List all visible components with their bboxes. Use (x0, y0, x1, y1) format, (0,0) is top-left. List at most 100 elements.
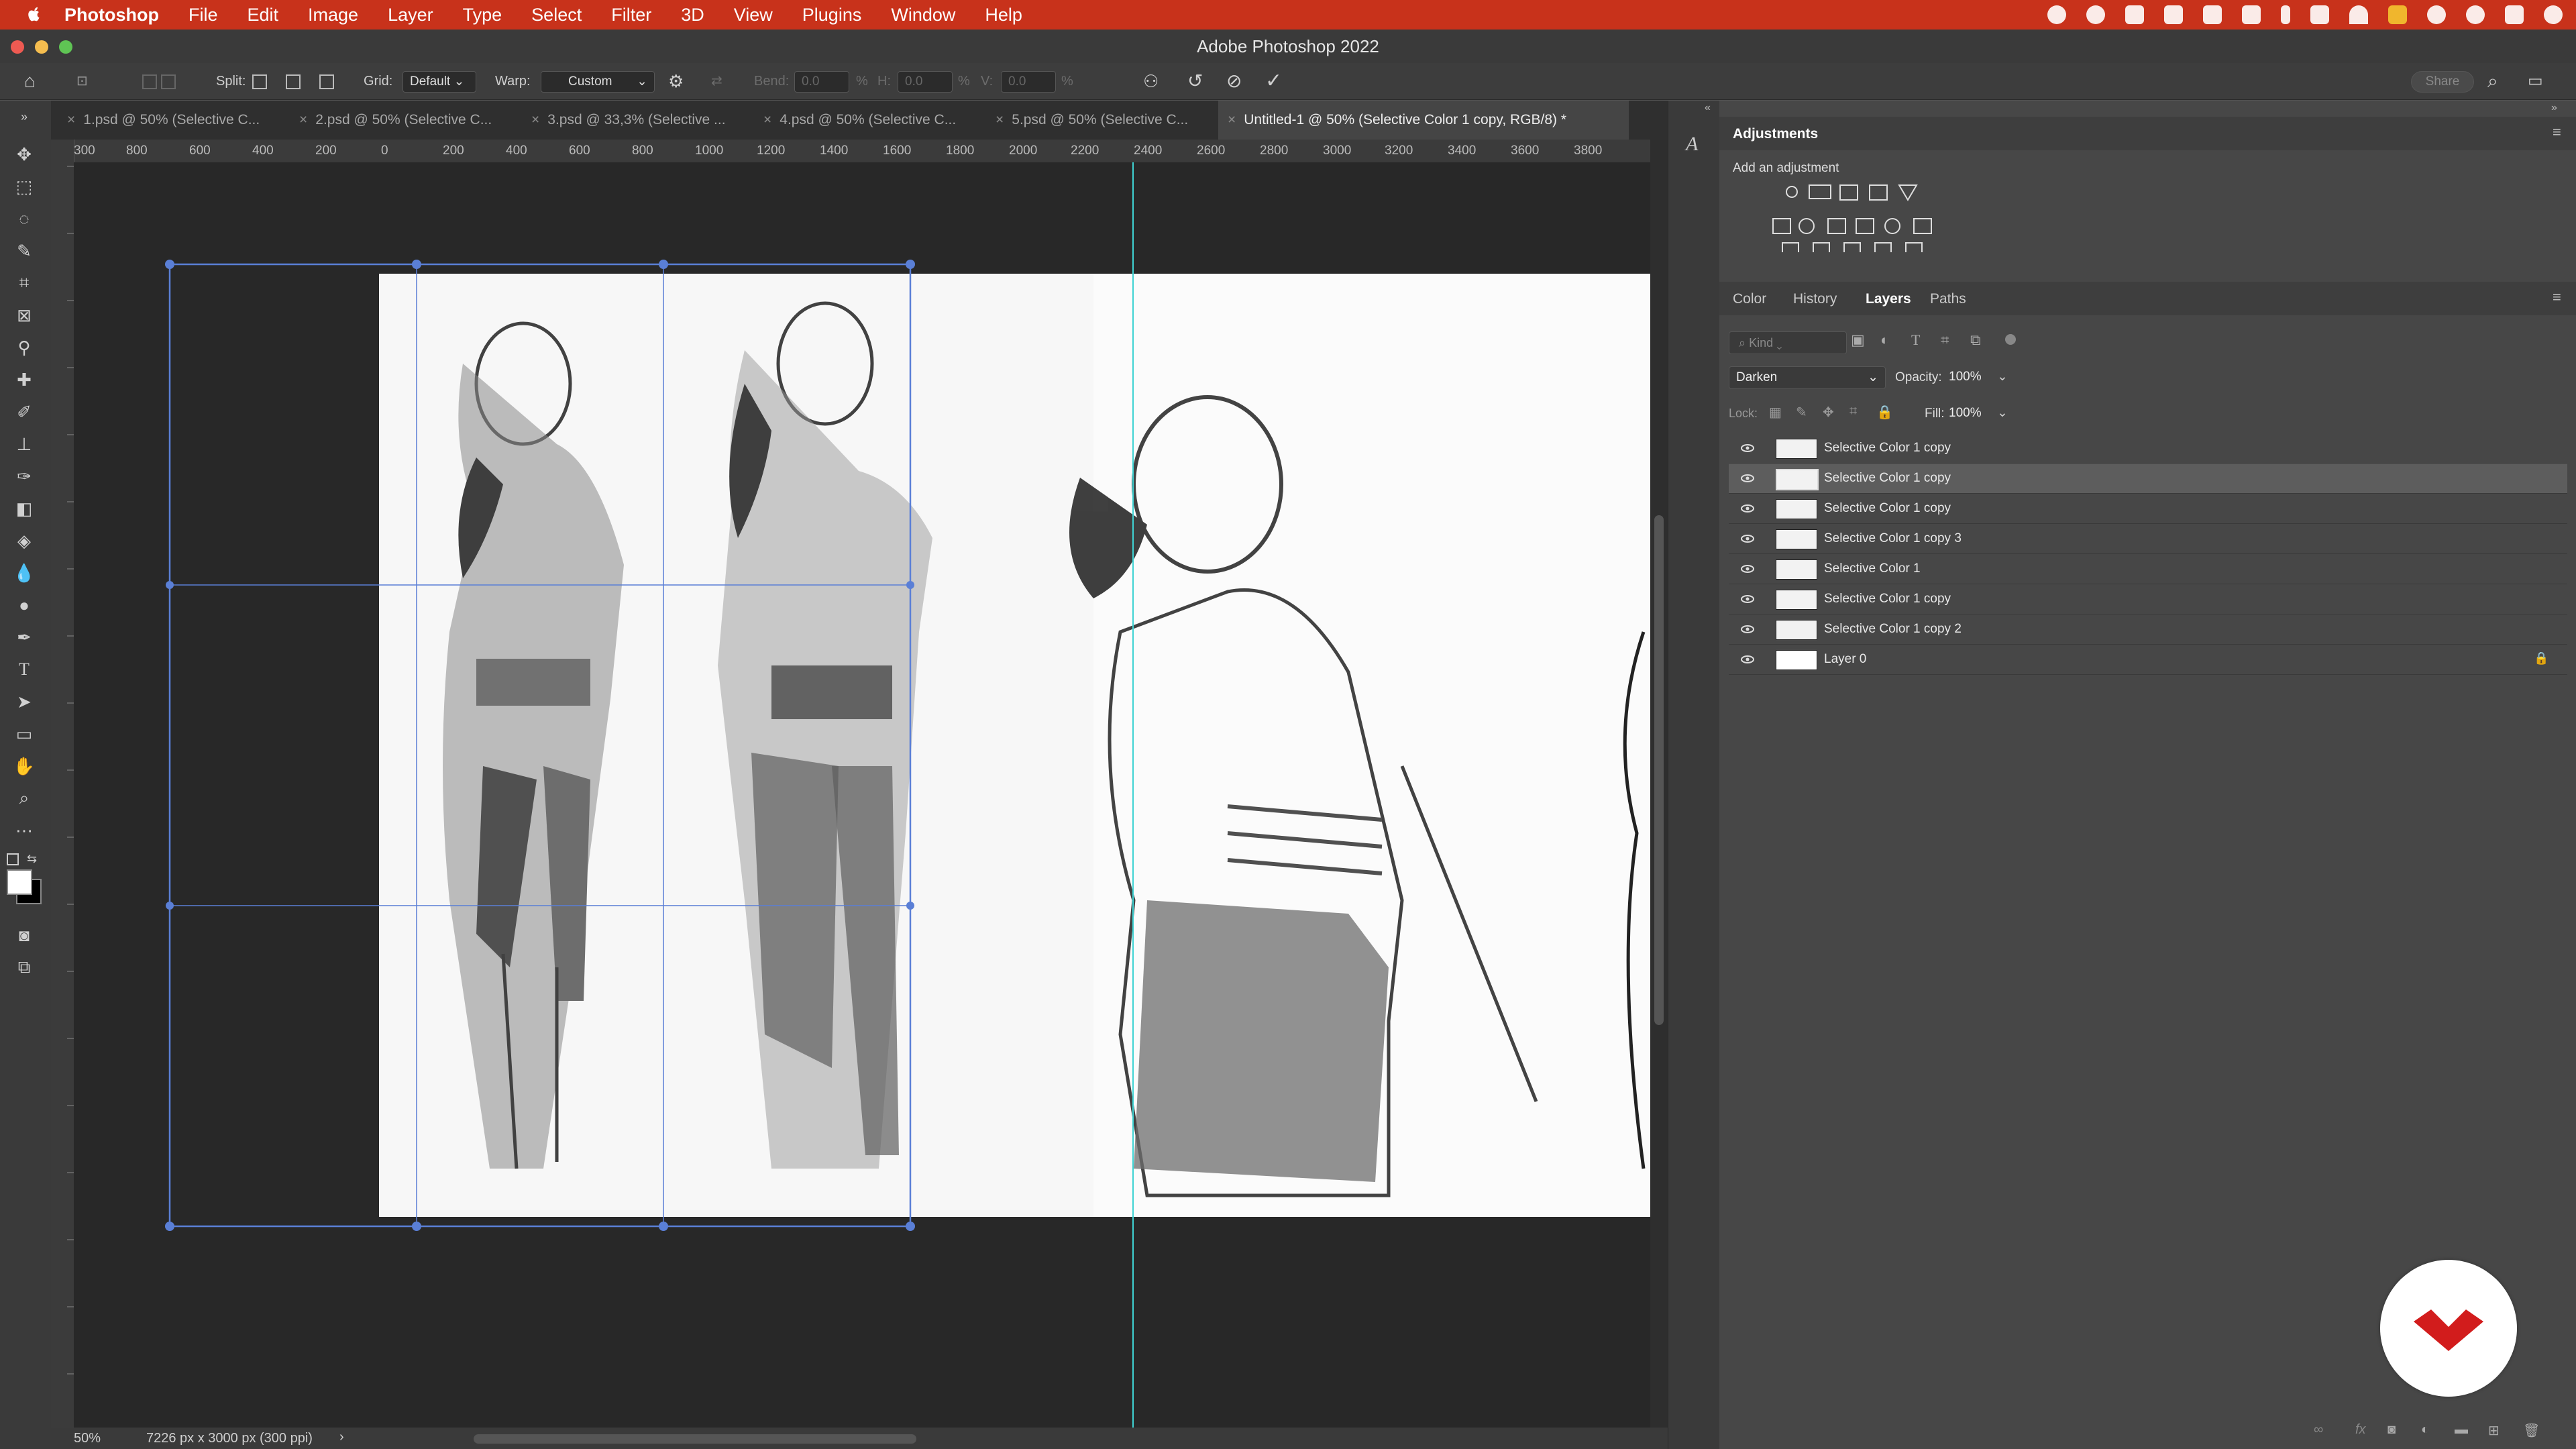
gear-icon[interactable]: ⚙ (668, 63, 684, 99)
cancel-transform-icon[interactable]: ⊘ (1226, 63, 1242, 99)
menu-help[interactable]: Help (985, 5, 1022, 25)
fill-input[interactable]: 100% (1949, 402, 1992, 424)
layer-kind-filter[interactable]: ⌕ Kind ⌄ (1729, 331, 1847, 354)
menu-window[interactable]: Window (891, 5, 955, 25)
layer-row[interactable]: Selective Color 1 copy 3 (1729, 524, 2567, 554)
control-center-icon[interactable] (2505, 5, 2524, 24)
transform-tool-icon[interactable]: ⊡ (76, 63, 88, 99)
blend-mode-select[interactable]: Darken ⌄ (1729, 366, 1886, 389)
new-group-icon[interactable]: ▬ (2455, 1422, 2468, 1438)
opacity-dropdown-icon[interactable]: ⌄ (1997, 366, 2008, 388)
dodge-tool-icon[interactable]: ● (12, 593, 36, 617)
tab-doc-5[interactable]: × 5.psd @ 50% (Selective C... (986, 101, 1224, 140)
layer-row[interactable]: Selective Color 1 (1729, 554, 2567, 584)
quick-mask-icon[interactable]: ◙ (12, 923, 36, 947)
volume-icon[interactable] (2310, 5, 2329, 24)
puppet-warp-icon[interactable]: ⚇ (1143, 63, 1159, 99)
tab-doc-4[interactable]: × 4.psd @ 50% (Selective C... (754, 101, 991, 140)
menu-select[interactable]: Select (531, 5, 582, 25)
shield-icon[interactable] (2203, 5, 2222, 24)
menu-filter[interactable]: Filter (611, 5, 651, 25)
home-app-icon[interactable] (2242, 5, 2261, 24)
type-tool-icon[interactable]: T (12, 657, 36, 682)
collapse-dock-icon[interactable]: « (1705, 102, 1711, 114)
adjustments-tab[interactable]: Adjustments (1733, 126, 1818, 142)
eyedropper-tool-icon[interactable]: ⚲ (12, 335, 36, 360)
new-layer-icon[interactable]: ⊞ (2488, 1422, 2500, 1439)
commit-transform-icon[interactable]: ✓ (1265, 63, 1282, 99)
minimize-window-button[interactable] (35, 40, 48, 54)
levels-icon[interactable] (1809, 184, 1831, 199)
posterize-icon[interactable] (1813, 242, 1830, 257)
paint-bucket-tool-icon[interactable]: ◈ (12, 529, 36, 553)
link-layers-icon[interactable]: ∞ (2314, 1422, 2323, 1438)
lock-transparent-icon[interactable]: ▦ (1769, 404, 1782, 421)
adjustment-filter-icon[interactable]: ◐ (1880, 331, 1889, 349)
layers-panel-menu-icon[interactable]: ≡ (2553, 288, 2561, 306)
tab-color[interactable]: Color (1733, 291, 1766, 307)
menu-edit[interactable]: Edit (248, 5, 279, 25)
visibility-eye-icon[interactable] (1741, 441, 1754, 455)
visibility-eye-icon[interactable] (1741, 502, 1754, 515)
more-tools-icon[interactable]: ⋯ (12, 818, 36, 843)
color-balance-icon[interactable] (1799, 218, 1815, 234)
layer-row-selected[interactable]: Selective Color 1 copy (1729, 464, 2567, 494)
layer-style-icon[interactable]: fx (2355, 1422, 2366, 1438)
visibility-eye-icon[interactable] (1741, 623, 1754, 636)
menu-3d[interactable]: 3D (681, 5, 704, 25)
tab-untitled-1[interactable]: × Untitled-1 @ 50% (Selective Color 1 cop… (1218, 101, 1629, 140)
clock-icon[interactable] (2544, 5, 2563, 24)
close-window-button[interactable] (11, 40, 24, 54)
color-lookup-icon[interactable] (1913, 218, 1932, 234)
channel-mixer-icon[interactable] (1884, 218, 1900, 234)
crop-tool-icon[interactable]: ⌗ (12, 271, 36, 295)
screen-mode-icon[interactable]: ⧉ (12, 955, 36, 979)
extension-icon[interactable] (2125, 5, 2144, 24)
eraser-tool-icon[interactable]: ◧ (12, 496, 36, 521)
invert-icon[interactable] (1782, 242, 1799, 257)
warp-orient-icon[interactable]: ⇄ (711, 63, 722, 99)
document-canvas[interactable] (74, 162, 1650, 1428)
grid-select[interactable]: Default ⌄ (402, 71, 476, 93)
visibility-eye-icon[interactable] (1741, 592, 1754, 606)
split-cross-icon[interactable] (252, 63, 267, 99)
visibility-eye-icon[interactable] (1741, 653, 1754, 666)
vertical-scrollbar[interactable] (1650, 140, 1668, 1428)
menu-app-name[interactable]: Photoshop (64, 5, 159, 25)
quick-selection-tool-icon[interactable]: ✎ (12, 239, 36, 263)
vibrance-icon[interactable] (1898, 184, 1918, 201)
search-icon[interactable] (2466, 5, 2485, 24)
new-adjustment-icon[interactable]: ◐ (2421, 1422, 2429, 1438)
canvas-area[interactable] (74, 162, 1650, 1428)
horizontal-scrollbar-thumb[interactable] (474, 1434, 916, 1444)
lock-artboard-icon[interactable]: ⌗ (1849, 404, 1857, 419)
curves-icon[interactable] (1839, 184, 1858, 201)
foreground-color-swatch[interactable] (7, 869, 32, 895)
flag-icon[interactable] (2388, 5, 2407, 24)
blur-tool-icon[interactable]: 💧 (12, 561, 36, 585)
frame-tool-icon[interactable]: ⊠ (12, 303, 36, 327)
opacity-input[interactable]: 100% (1949, 366, 1992, 388)
menu-plugins[interactable]: Plugins (802, 5, 862, 25)
menu-view[interactable]: View (734, 5, 773, 25)
v-input[interactable]: 0.0 (1001, 71, 1056, 93)
swap-colors-icon[interactable]: ⇆ (27, 852, 37, 866)
tab-doc-1[interactable]: × 1.psd @ 50% (Selective C... (58, 101, 295, 140)
visibility-eye-icon[interactable] (1741, 562, 1754, 576)
visibility-eye-icon[interactable] (1741, 472, 1754, 485)
move-tool-icon[interactable]: ✥ (12, 142, 36, 166)
clone-stamp-tool-icon[interactable]: ⊥ (12, 432, 36, 456)
photo-filter-icon[interactable] (1856, 218, 1874, 234)
tab-doc-2[interactable]: × 2.psd @ 50% (Selective C... (290, 101, 527, 140)
fill-dropdown-icon[interactable]: ⌄ (1997, 402, 2008, 424)
pixel-filter-icon[interactable]: ▣ (1851, 331, 1865, 349)
bend-input[interactable]: 0.0 (794, 71, 849, 93)
lock-position-icon[interactable]: ✥ (1823, 404, 1834, 421)
delete-layer-icon[interactable]: 🗑 (2523, 1422, 2540, 1439)
threshold-icon[interactable] (1843, 242, 1861, 257)
wifi-icon[interactable] (2349, 5, 2368, 24)
add-mask-icon[interactable]: ◙ (2387, 1422, 2396, 1438)
path-selection-tool-icon[interactable]: ➤ (12, 690, 36, 714)
status-menu-arrow[interactable]: › (339, 1430, 344, 1445)
zoom-window-button[interactable] (59, 40, 72, 54)
